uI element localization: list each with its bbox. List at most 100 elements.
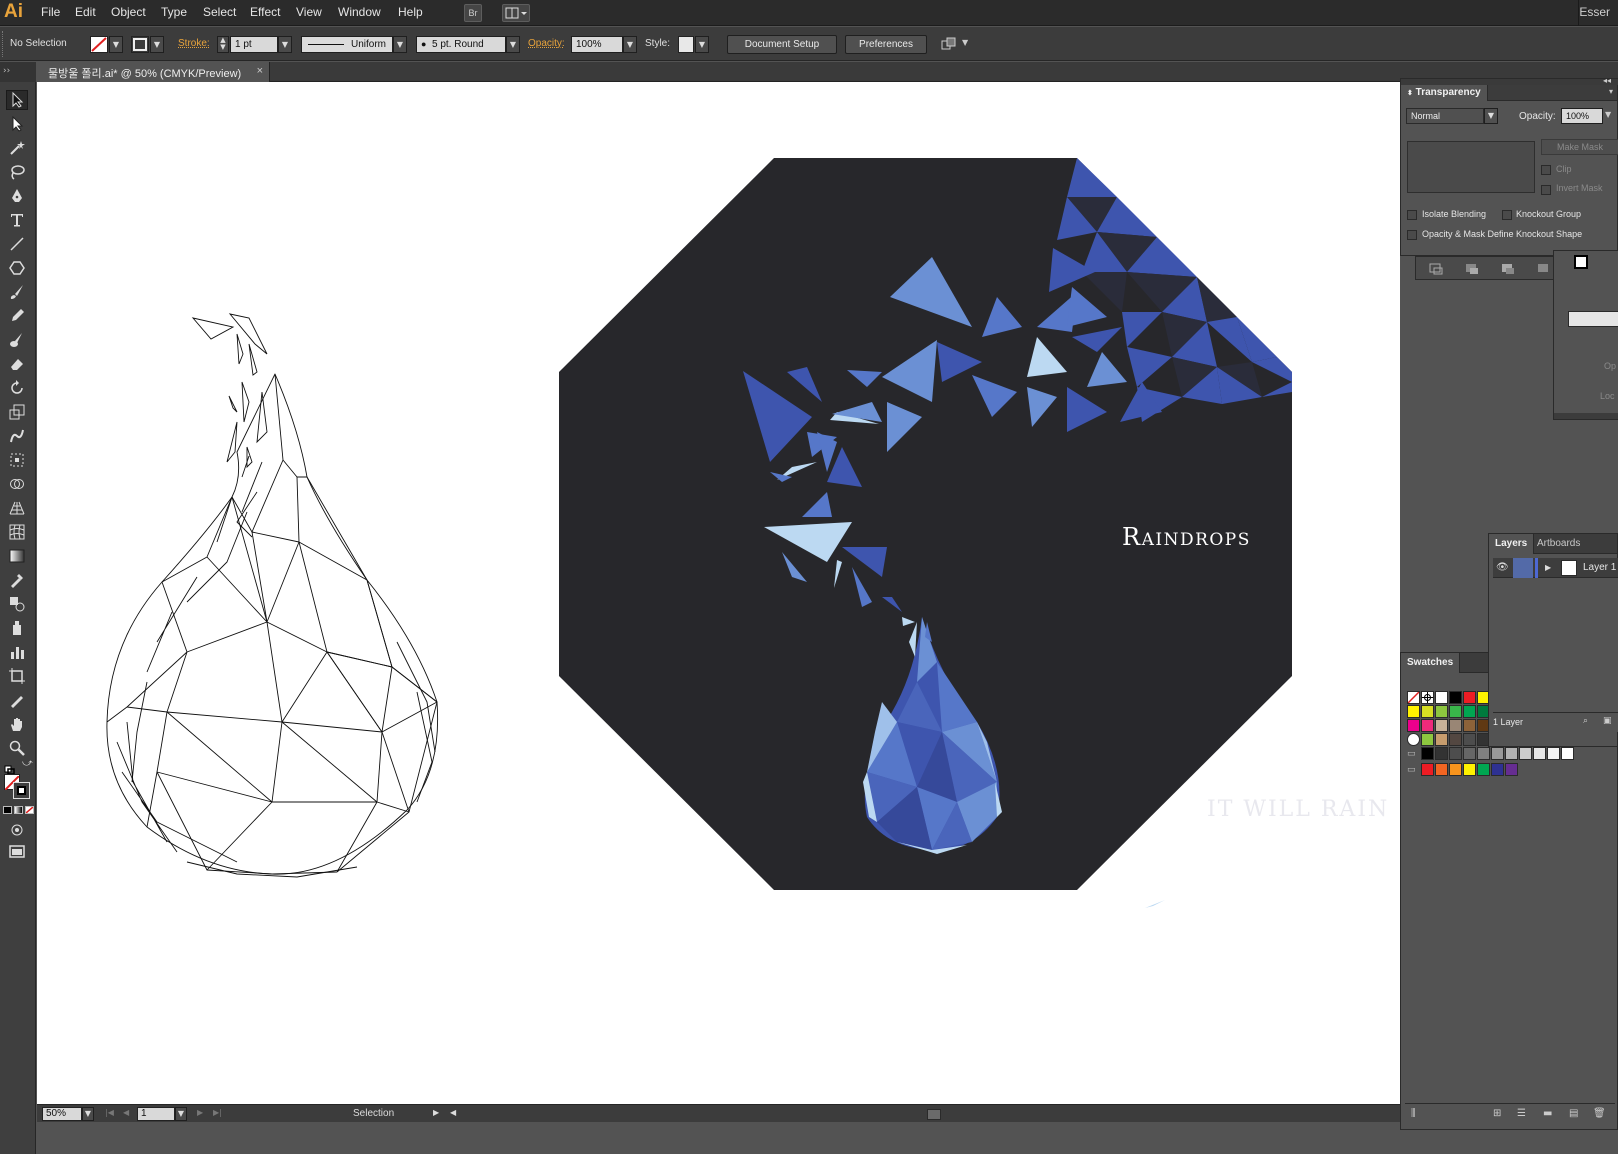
layers-tab[interactable]: Layers [1489,534,1535,554]
artboard-dropdown[interactable]: ▼ [175,1107,187,1121]
status-menu-icon[interactable]: ▶ [433,1108,439,1117]
swatch[interactable] [1519,747,1532,760]
column-graph-tool-icon[interactable] [6,642,28,662]
swatch[interactable] [1421,747,1434,760]
none-mode-icon[interactable] [25,806,34,814]
zoom-field[interactable]: 50% [42,1107,82,1121]
locate-object-icon[interactable]: ⌕ [1583,716,1588,726]
stroke-color-icon[interactable] [13,782,30,799]
swatch[interactable] [1435,763,1448,776]
swatch-registration[interactable] [1421,691,1434,704]
profile-dropdown[interactable]: ▼ [393,36,407,53]
show-swatch-kinds-icon[interactable]: ⊞ [1493,1108,1501,1119]
opacity-dropdown[interactable]: ▼ [623,36,637,53]
toolbar-grip[interactable]: ›› [0,62,36,82]
swatch[interactable] [1421,763,1434,776]
swatch-gradient-radial[interactable] [1407,733,1420,746]
menu-effect[interactable]: Effect [250,5,280,19]
clip-checkbox[interactable] [1541,165,1551,175]
transparency-opacity-field[interactable]: 100% [1561,108,1603,124]
blob-brush-tool-icon[interactable] [6,330,28,350]
document-tab[interactable]: 물방울 폴리.ai* @ 50% (CMYK/Preview) × [38,62,270,82]
invert-mask-checkbox[interactable] [1541,185,1551,195]
swatch[interactable] [1435,719,1448,732]
isolate-blending-checkbox[interactable] [1407,210,1417,220]
brush-definition[interactable]: ● 5 pt. Round [416,36,506,53]
artboard-canvas[interactable]: Raindrops IT WILL RAIN [37,82,1400,1104]
eraser-tool-icon[interactable] [6,354,28,374]
opacity-field[interactable]: 100% [571,36,623,53]
swatch[interactable] [1463,719,1476,732]
previous-artboard-icon[interactable]: ◀ [123,1108,129,1117]
menu-window[interactable]: Window [338,5,381,19]
artwork-tagline[interactable]: IT WILL RAIN [1207,797,1389,822]
swatch-pattern[interactable] [1435,733,1448,746]
fill-swatch[interactable] [90,36,108,53]
layer-name[interactable]: Layer 1 [1583,562,1616,573]
stroke-swatch[interactable] [131,36,149,53]
gradient-mode-icon[interactable] [14,806,23,814]
paintbrush-tool-icon[interactable] [6,282,28,302]
perspective-grid-tool-icon[interactable] [6,498,28,518]
artboard-tool-icon[interactable] [6,666,28,686]
arrange-icon[interactable] [940,36,958,53]
screen-mode-icon[interactable] [6,842,28,862]
blend-mode-dropdown[interactable]: ▼ [1484,108,1498,124]
swatches-tab[interactable]: Swatches [1401,653,1461,673]
scroll-left-icon[interactable]: ◀ [450,1108,456,1117]
polygon-tool-icon[interactable] [6,258,28,278]
swatch[interactable] [1449,733,1462,746]
swatch-options-icon[interactable]: ☰ [1517,1108,1526,1119]
swatch[interactable] [1407,719,1420,732]
next-artboard-icon[interactable]: ▶ [197,1108,203,1117]
zoom-dropdown[interactable]: ▼ [82,1107,94,1121]
slice-tool-icon[interactable] [6,690,28,710]
expand-layer-icon[interactable]: ▶ [1545,563,1551,572]
new-color-group-icon[interactable]: ▬ [1543,1108,1552,1119]
swatch[interactable] [1561,747,1574,760]
free-transform-tool-icon[interactable] [6,450,28,470]
knockout-group-checkbox[interactable] [1502,210,1512,220]
blend-mode-select[interactable]: Normal [1406,108,1484,124]
swatch[interactable] [1463,763,1476,776]
symbol-sprayer-tool-icon[interactable] [6,618,28,638]
warp-tool-icon[interactable] [6,426,28,446]
pencil-tool-icon[interactable] [6,306,28,326]
graphic-style-swatch[interactable] [678,36,694,53]
swap-fill-stroke-icon[interactable]: ⤻ [22,758,33,769]
panel-menu-icon[interactable]: ▾ [1609,87,1613,96]
document-setup-button[interactable]: Document Setup [727,35,837,54]
bright-folder-icon[interactable]: ▭ [1407,765,1416,775]
swatch[interactable] [1533,747,1546,760]
color-mode-icon[interactable] [3,806,12,814]
swatch[interactable] [1449,719,1462,732]
clipping-mask-icon[interactable]: ▣ [1603,716,1612,726]
swatch[interactable] [1449,763,1462,776]
stroke-box-icon[interactable] [1574,255,1588,269]
wireframe-fragments[interactable] [191,313,268,469]
swatch-white[interactable] [1435,691,1448,704]
swatch[interactable] [1449,747,1462,760]
make-mask-button[interactable]: Make Mask [1541,139,1618,155]
swatch[interactable] [1477,747,1490,760]
collapse-panel-icon[interactable]: ◂◂ [1603,76,1611,85]
hand-tool-icon[interactable] [6,714,28,734]
swatch[interactable] [1491,763,1504,776]
swatch[interactable] [1449,705,1462,718]
grayscale-folder-icon[interactable]: ▭ [1407,749,1416,759]
stray-fragment[interactable] [1145,900,1165,908]
bridge-button[interactable]: Br [464,4,482,22]
swatch[interactable] [1435,705,1448,718]
opacity-mask-knockout-checkbox[interactable] [1407,230,1417,240]
rotate-tool-icon[interactable] [6,378,28,398]
swatch-none[interactable] [1407,691,1420,704]
swatch[interactable] [1463,747,1476,760]
swatch[interactable] [1547,747,1560,760]
mesh-tool-icon[interactable] [6,522,28,542]
stroke-weight-field[interactable]: 1 pt [230,36,278,53]
swatch-pattern[interactable] [1421,733,1434,746]
swatch-black[interactable] [1449,691,1462,704]
type-tool-icon[interactable] [6,210,28,230]
swatch[interactable] [1421,719,1434,732]
blend-tool-icon[interactable] [6,594,28,614]
